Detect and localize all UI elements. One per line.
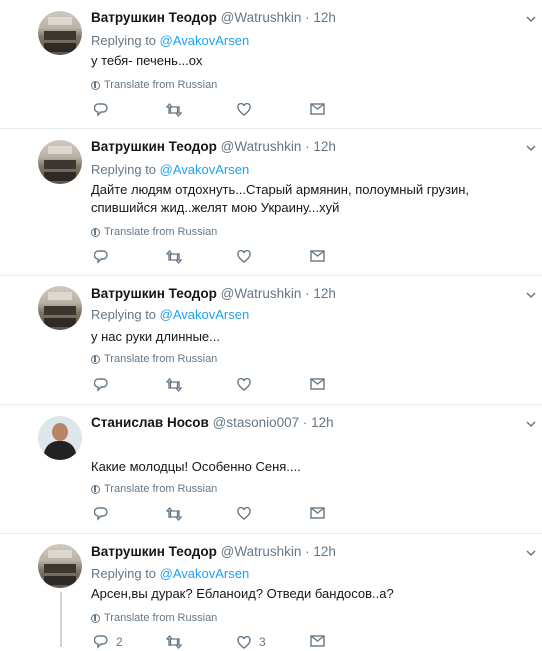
dm-button[interactable] [310, 507, 325, 519]
reply-to-link[interactable]: @AvakovArsen [160, 307, 250, 322]
dm-button[interactable] [310, 103, 325, 115]
separator-dot: · [305, 139, 310, 154]
like-button[interactable] [237, 250, 259, 263]
translate-link[interactable]: Translate from Russian [91, 353, 217, 365]
timestamp[interactable]: 12h [311, 415, 334, 430]
avatar[interactable] [38, 140, 82, 184]
envelope-icon [310, 103, 325, 115]
avatar[interactable] [38, 11, 82, 55]
tweet-text: Какие молодцы! Особенно Сеня.... [91, 459, 301, 474]
tweet[interactable]: Станислав Носов @stasonio007 · 12h Какие… [0, 405, 542, 533]
author-name[interactable]: Ватрушкин Теодор [91, 286, 217, 301]
retweet-button[interactable] [166, 378, 182, 392]
heart-icon [237, 103, 251, 116]
reply-button[interactable] [94, 507, 116, 521]
author-name[interactable]: Ватрушкин Теодор [91, 10, 217, 25]
avatar[interactable] [38, 286, 82, 330]
tweet[interactable]: Ватрушкин Теодор @Watrushkin · 12h Reply… [0, 0, 542, 128]
reply-to-link[interactable]: @AvakovArsen [160, 33, 250, 48]
author-handle[interactable]: @Watrushkin [221, 286, 302, 301]
dm-button[interactable] [310, 635, 325, 647]
tweet-text: Арсен,вы дурак? Ебланоид? Отведи бандосо… [91, 586, 394, 601]
tweet[interactable]: Ватрушкин Теодор @Watrushkin · 12h Reply… [0, 534, 542, 649]
separator-dot: · [305, 544, 310, 559]
reply-icon [94, 103, 108, 117]
reply-button[interactable] [94, 103, 116, 117]
timestamp[interactable]: 12h [313, 139, 336, 154]
translate-link[interactable]: Translate from Russian [91, 79, 217, 91]
author-name[interactable]: Ватрушкин Теодор [91, 139, 217, 154]
dm-button[interactable] [310, 378, 325, 390]
retweet-icon [166, 103, 182, 117]
author-handle[interactable]: @Watrushkin [221, 10, 302, 25]
retweet-icon [166, 378, 182, 392]
envelope-icon [310, 507, 325, 519]
replying-to: Replying to @AvakovArsen [91, 162, 250, 177]
retweet-icon [166, 507, 182, 521]
reply-button[interactable] [94, 378, 116, 392]
timestamp[interactable]: 12h [313, 286, 336, 301]
translate-link[interactable]: Translate from Russian [91, 483, 217, 495]
dm-button[interactable] [310, 250, 325, 262]
envelope-icon [310, 250, 325, 262]
replying-to: Replying to @AvakovArsen [91, 307, 250, 322]
retweet-icon [166, 250, 182, 264]
chevron-down-icon[interactable] [526, 14, 536, 24]
thread-line [60, 592, 62, 647]
reply-icon [94, 378, 108, 392]
globe-icon [91, 354, 100, 364]
globe-icon [91, 227, 100, 237]
timestamp[interactable]: 12h [313, 544, 336, 559]
chevron-down-icon[interactable] [526, 290, 536, 300]
chevron-down-icon[interactable] [526, 143, 536, 153]
like-button[interactable] [237, 507, 259, 520]
tweet[interactable]: Ватрушкин Теодор @Watrushkin · 12h Reply… [0, 276, 542, 404]
author-handle[interactable]: @Watrushkin [221, 544, 302, 559]
heart-icon [237, 378, 251, 391]
translate-link[interactable]: Translate from Russian [91, 612, 217, 624]
tweet-text: у тебя- печень...ох [91, 53, 203, 68]
separator-dot: · [305, 10, 310, 25]
reply-icon [94, 507, 108, 521]
tweet-text: у нас руки длинные... [91, 329, 220, 344]
retweet-button[interactable] [166, 250, 182, 264]
author-name[interactable]: Станислав Носов [91, 415, 209, 430]
reply-button[interactable] [94, 250, 116, 264]
reply-to-link[interactable]: @AvakovArsen [160, 162, 250, 177]
author-handle[interactable]: @stasonio007 [213, 415, 300, 430]
globe-icon [91, 613, 100, 623]
globe-icon [91, 80, 100, 90]
author-handle[interactable]: @Watrushkin [221, 139, 302, 154]
avatar[interactable] [38, 544, 82, 588]
timestamp[interactable]: 12h [313, 10, 336, 25]
chevron-down-icon[interactable] [526, 548, 536, 558]
separator-dot: · [305, 286, 310, 301]
retweet-button[interactable] [166, 103, 182, 117]
reply-to-link[interactable]: @AvakovArsen [160, 566, 250, 581]
envelope-icon [310, 635, 325, 647]
reply-icon [94, 250, 108, 264]
like-button[interactable] [237, 378, 259, 391]
envelope-icon [310, 378, 325, 390]
translate-link[interactable]: Translate from Russian [91, 226, 217, 238]
tweet-text: Дайте людям отдохнуть...Старый армянин, … [91, 182, 470, 215]
heart-icon [237, 507, 251, 520]
chevron-down-icon[interactable] [526, 419, 536, 429]
author-name[interactable]: Ватрушкин Теодор [91, 544, 217, 559]
separator-dot: · [302, 415, 308, 430]
replying-to: Replying to @AvakovArsen [91, 566, 250, 581]
globe-icon [91, 484, 100, 494]
replying-to: Replying to @AvakovArsen [91, 33, 250, 48]
tweet[interactable]: Ватрушкин Теодор @Watrushkin · 12h Reply… [0, 129, 542, 275]
like-button[interactable] [237, 103, 259, 116]
heart-icon [237, 250, 251, 263]
avatar[interactable] [38, 416, 82, 460]
retweet-button[interactable] [166, 507, 182, 521]
